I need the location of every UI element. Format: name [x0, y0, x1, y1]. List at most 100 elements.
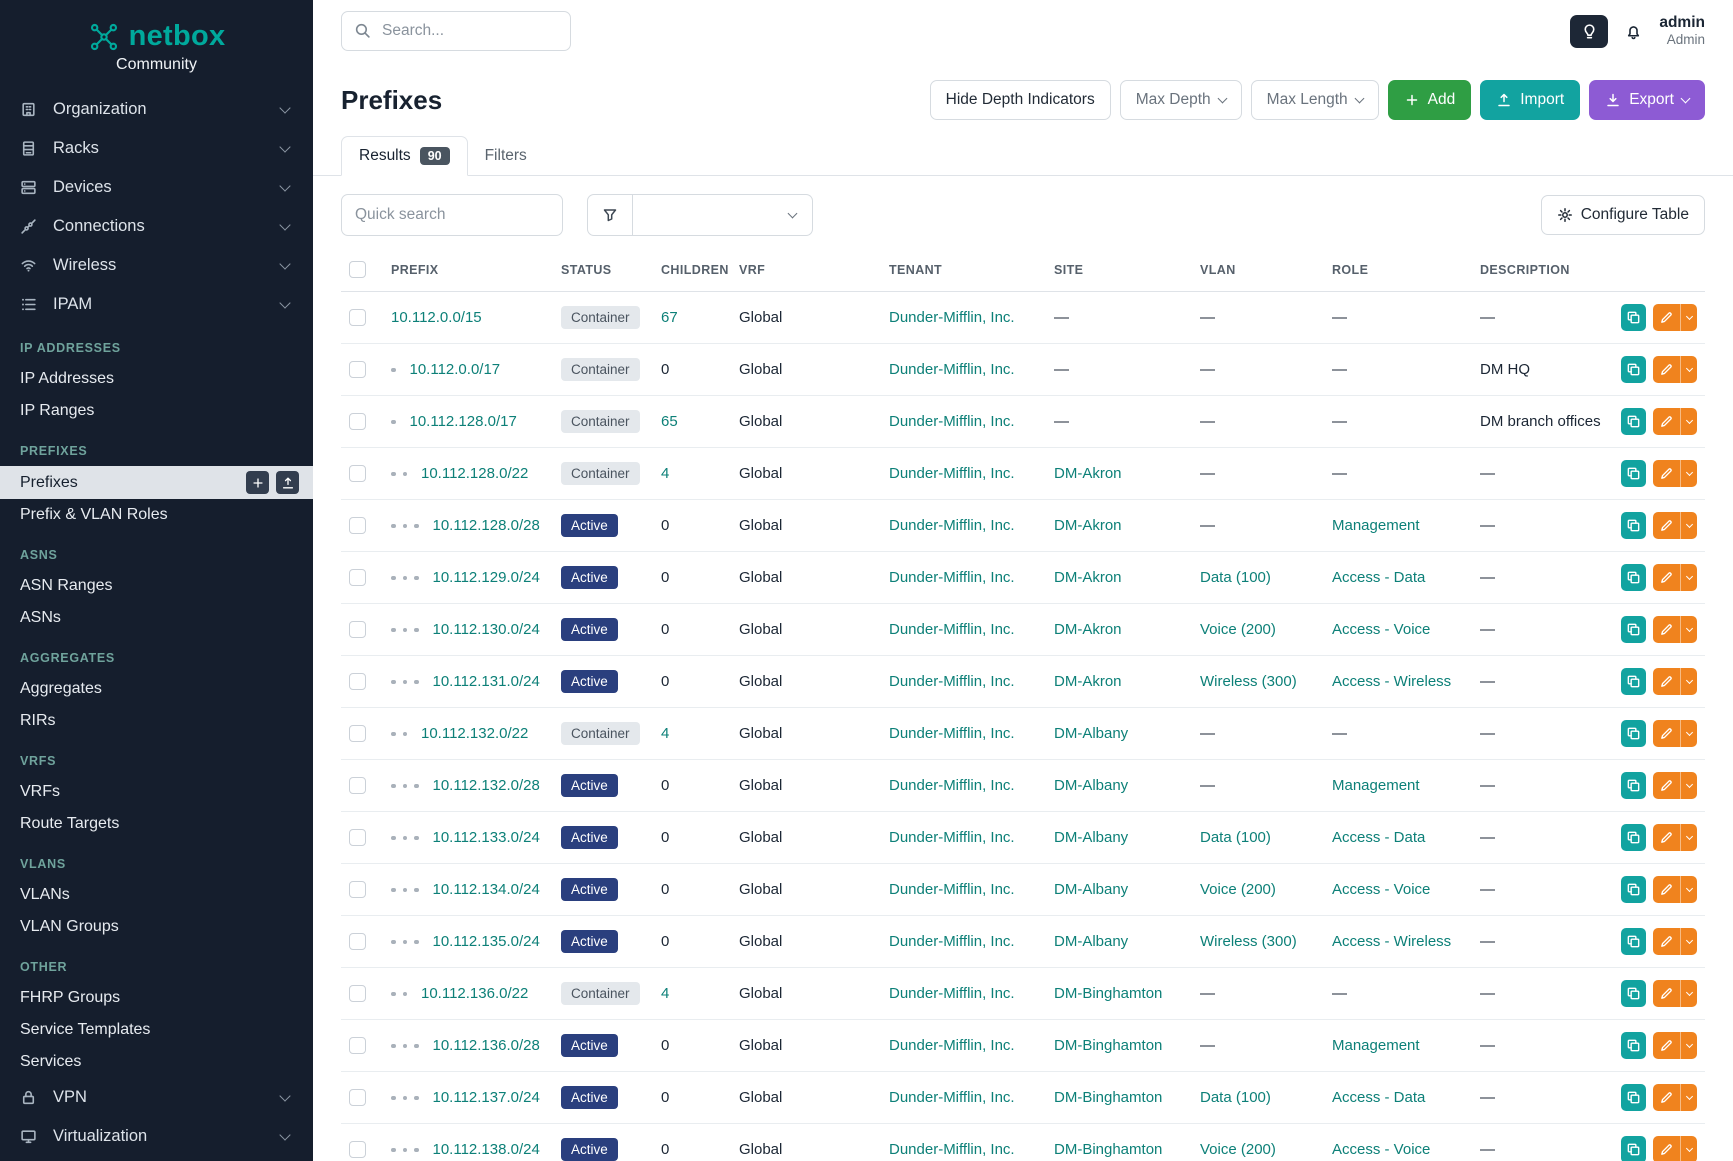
sidebar-item-connections[interactable]: Connections	[0, 207, 313, 246]
quick-search-input[interactable]	[341, 194, 563, 236]
clone-button[interactable]	[1621, 408, 1646, 435]
edit-button[interactable]	[1653, 772, 1680, 799]
prefix-link[interactable]: 10.112.132.0/28	[433, 777, 540, 794]
row-checkbox[interactable]	[349, 673, 366, 690]
tenant-link[interactable]: Dunder-Mifflin, Inc.	[889, 725, 1015, 742]
sidebar-item-vpn[interactable]: VPN	[0, 1078, 313, 1117]
edit-dropdown-caret[interactable]	[1680, 980, 1697, 1007]
edit-dropdown-caret[interactable]	[1680, 824, 1697, 851]
quick-add-button[interactable]	[246, 471, 269, 494]
sidebar-item-vrfs[interactable]: VRFs	[0, 776, 313, 808]
clone-button[interactable]	[1621, 1084, 1646, 1111]
edit-dropdown-caret[interactable]	[1680, 304, 1697, 331]
prefix-link[interactable]: 10.112.134.0/24	[433, 881, 540, 898]
tenant-link[interactable]: Dunder-Mifflin, Inc.	[889, 361, 1015, 378]
sidebar-item-devices[interactable]: Devices	[0, 168, 313, 207]
sidebar-item-ipam[interactable]: IPAM	[0, 285, 313, 324]
hide-depth-indicators-button[interactable]: Hide Depth Indicators	[930, 80, 1111, 120]
prefix-link[interactable]: 10.112.136.0/22	[421, 985, 528, 1002]
import-button[interactable]: Import	[1480, 80, 1580, 120]
site-link[interactable]: DM-Binghamton	[1054, 985, 1162, 1002]
row-checkbox[interactable]	[349, 569, 366, 586]
clone-button[interactable]	[1621, 876, 1646, 903]
vlan-link[interactable]: Voice (200)	[1200, 1141, 1276, 1158]
column-header-vlan[interactable]: VLAN	[1192, 248, 1324, 292]
site-link[interactable]: DM-Albany	[1054, 881, 1128, 898]
column-header-role[interactable]: Role	[1324, 248, 1472, 292]
role-link[interactable]: Access - Data	[1332, 1089, 1425, 1106]
edit-button[interactable]	[1653, 304, 1680, 331]
role-link[interactable]: Access - Wireless	[1332, 933, 1451, 950]
prefix-link[interactable]: 10.112.138.0/24	[433, 1141, 540, 1158]
row-checkbox[interactable]	[349, 413, 366, 430]
vlan-link[interactable]: Wireless (300)	[1200, 673, 1297, 690]
clone-button[interactable]	[1621, 720, 1646, 747]
row-checkbox[interactable]	[349, 829, 366, 846]
filter-button[interactable]	[587, 194, 633, 236]
row-checkbox[interactable]	[349, 985, 366, 1002]
site-link[interactable]: DM-Albany	[1054, 725, 1128, 742]
edit-dropdown-caret[interactable]	[1680, 408, 1697, 435]
role-link[interactable]: Access - Data	[1332, 569, 1425, 586]
tenant-link[interactable]: Dunder-Mifflin, Inc.	[889, 1141, 1015, 1158]
vlan-link[interactable]: Voice (200)	[1200, 621, 1276, 638]
tab-results[interactable]: Results 90	[341, 136, 468, 176]
vlan-link[interactable]: Voice (200)	[1200, 881, 1276, 898]
tenant-link[interactable]: Dunder-Mifflin, Inc.	[889, 829, 1015, 846]
sidebar-item-vlans[interactable]: VLANs	[0, 879, 313, 911]
edit-dropdown-caret[interactable]	[1680, 668, 1697, 695]
sidebar-item-fhrp-groups[interactable]: FHRP Groups	[0, 982, 313, 1014]
prefix-link[interactable]: 10.112.132.0/22	[421, 725, 528, 742]
tenant-link[interactable]: Dunder-Mifflin, Inc.	[889, 465, 1015, 482]
column-header-vrf[interactable]: VRF	[731, 248, 881, 292]
edit-dropdown-caret[interactable]	[1680, 616, 1697, 643]
tenant-link[interactable]: Dunder-Mifflin, Inc.	[889, 881, 1015, 898]
edit-button[interactable]	[1653, 824, 1680, 851]
sidebar-item-organization[interactable]: Organization	[0, 90, 313, 129]
row-checkbox[interactable]	[349, 1089, 366, 1106]
sidebar-item-service-templates[interactable]: Service Templates	[0, 1014, 313, 1046]
site-link[interactable]: DM-Albany	[1054, 933, 1128, 950]
clone-button[interactable]	[1621, 980, 1646, 1007]
edit-button[interactable]	[1653, 408, 1680, 435]
edit-button[interactable]	[1653, 512, 1680, 539]
prefix-link[interactable]: 10.112.129.0/24	[433, 569, 540, 586]
select-all-checkbox[interactable]	[349, 261, 366, 278]
prefix-link[interactable]: 10.112.135.0/24	[433, 933, 540, 950]
tenant-link[interactable]: Dunder-Mifflin, Inc.	[889, 1089, 1015, 1106]
role-link[interactable]: Access - Voice	[1332, 621, 1430, 638]
site-link[interactable]: DM-Akron	[1054, 673, 1122, 690]
max-length-dropdown[interactable]: Max Length	[1251, 80, 1379, 120]
max-depth-dropdown[interactable]: Max Depth	[1120, 80, 1242, 120]
edit-button[interactable]	[1653, 876, 1680, 903]
edit-button[interactable]	[1653, 1032, 1680, 1059]
clone-button[interactable]	[1621, 564, 1646, 591]
clone-button[interactable]	[1621, 616, 1646, 643]
clone-button[interactable]	[1621, 772, 1646, 799]
sidebar-item-asn-ranges[interactable]: ASN Ranges	[0, 570, 313, 602]
site-link[interactable]: DM-Binghamton	[1054, 1141, 1162, 1158]
sidebar-item-route-targets[interactable]: Route Targets	[0, 808, 313, 840]
row-checkbox[interactable]	[349, 361, 366, 378]
sidebar-item-rirs[interactable]: RIRs	[0, 705, 313, 737]
row-checkbox[interactable]	[349, 725, 366, 742]
edit-dropdown-caret[interactable]	[1680, 564, 1697, 591]
edit-button[interactable]	[1653, 1136, 1680, 1161]
tenant-link[interactable]: Dunder-Mifflin, Inc.	[889, 933, 1015, 950]
user-menu[interactable]: admin Admin	[1659, 14, 1705, 49]
clone-button[interactable]	[1621, 1136, 1646, 1161]
role-link[interactable]: Management	[1332, 517, 1420, 534]
bell-icon[interactable]	[1625, 23, 1642, 40]
site-link[interactable]: DM-Akron	[1054, 465, 1122, 482]
column-header-prefix[interactable]: Prefix	[383, 248, 553, 292]
column-header-status[interactable]: Status	[553, 248, 653, 292]
theme-toggle-button[interactable]	[1570, 15, 1608, 48]
clone-button[interactable]	[1621, 304, 1646, 331]
sidebar-item-asns[interactable]: ASNs	[0, 602, 313, 634]
sidebar-item-ip-ranges[interactable]: IP Ranges	[0, 395, 313, 427]
edit-button[interactable]	[1653, 720, 1680, 747]
edit-dropdown-caret[interactable]	[1680, 1084, 1697, 1111]
tenant-link[interactable]: Dunder-Mifflin, Inc.	[889, 985, 1015, 1002]
row-checkbox[interactable]	[349, 1141, 366, 1158]
tenant-link[interactable]: Dunder-Mifflin, Inc.	[889, 309, 1015, 326]
